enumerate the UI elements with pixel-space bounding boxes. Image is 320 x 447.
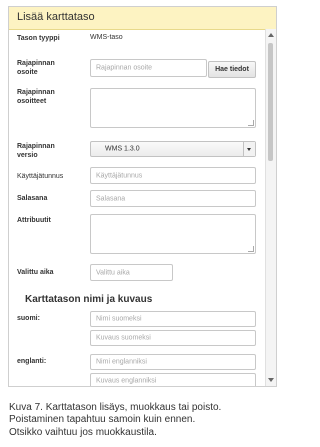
caption-line: Kuva 7. Karttatason lisäys, muokkaus tai…: [9, 402, 222, 413]
name-en-input[interactable]: Nimi englanniksi: [90, 354, 256, 370]
password-placeholder: Salasana: [96, 195, 126, 202]
password-input[interactable]: Salasana: [90, 190, 256, 207]
figure-caption: Kuva 7. Karttatason lisäys, muokkaus tai…: [9, 402, 281, 439]
name-en-placeholder: Nimi englanniksi: [96, 358, 147, 366]
language-label-en: englanti:: [17, 358, 47, 365]
name-fi-input[interactable]: Nimi suomeksi: [90, 311, 256, 327]
resize-grip-icon[interactable]: [248, 120, 254, 126]
description-fi-input[interactable]: Kuvaus suomeksi: [90, 330, 256, 346]
description-en-input[interactable]: Kuvaus englanniksi: [90, 373, 256, 386]
selected-time-placeholder: Valittu aika: [96, 269, 130, 276]
api-urls-label: Rajapinnan osoitteet: [17, 89, 55, 105]
scroll-up-arrow-icon[interactable]: [268, 33, 274, 37]
username-label: Käyttäjätunnus: [17, 173, 64, 180]
dialog-title: Lisää karttataso: [17, 11, 95, 23]
language-label-fi: suomi:: [17, 315, 40, 322]
description-en-placeholder: Kuvaus englanniksi: [96, 377, 157, 385]
api-url-label: Rajapinnan osoite: [17, 60, 55, 76]
selected-time-input[interactable]: Valittu aika: [90, 264, 173, 281]
scrollbar-thumb[interactable]: [268, 43, 273, 161]
api-version-value: WMS 1.3.0: [105, 145, 140, 153]
api-version-label: Rajapinnan versio: [17, 143, 55, 159]
dialog-form: Tason tyyppi WMS-taso Rajapinnan osoite …: [9, 29, 265, 386]
api-urls-textarea[interactable]: [90, 88, 256, 128]
api-url-input[interactable]: Rajapinnan osoite: [90, 59, 207, 77]
caption-line: Poistaminen tapahtuu samoin kuin ennen.: [9, 414, 196, 426]
scroll-down-arrow-icon[interactable]: [268, 378, 274, 382]
username-input[interactable]: Käyttäjätunnus: [90, 167, 256, 184]
dialog-header: Lisää karttataso: [9, 7, 276, 30]
layer-type-label: Tason tyyppi: [17, 35, 60, 42]
description-fi-placeholder: Kuvaus suomeksi: [96, 334, 151, 342]
chevron-down-icon[interactable]: [243, 142, 255, 156]
name-description-heading: Karttatason nimi ja kuvaus: [25, 294, 153, 305]
resize-grip-icon[interactable]: [248, 246, 254, 252]
selected-time-label: Valittu aika: [17, 269, 54, 276]
attributes-textarea[interactable]: [90, 214, 256, 254]
attributes-label: Attribuutit: [17, 217, 51, 224]
vertical-scrollbar[interactable]: [265, 29, 276, 386]
name-fi-placeholder: Nimi suomeksi: [96, 315, 142, 323]
layer-type-value: WMS-taso: [90, 34, 123, 41]
add-map-layer-dialog: Lisää karttataso Tason tyyppi WMS-taso R…: [8, 6, 277, 387]
caption-line: Otsikko vaihtuu jos muokkaustila.: [9, 426, 157, 438]
username-placeholder: Käyttäjätunnus: [96, 172, 143, 179]
api-url-placeholder: Rajapinnan osoite: [96, 64, 153, 72]
api-version-select[interactable]: WMS 1.3.0: [90, 141, 256, 157]
password-label: Salasana: [17, 195, 48, 202]
fetch-info-button[interactable]: Hae tiedot: [208, 61, 256, 78]
